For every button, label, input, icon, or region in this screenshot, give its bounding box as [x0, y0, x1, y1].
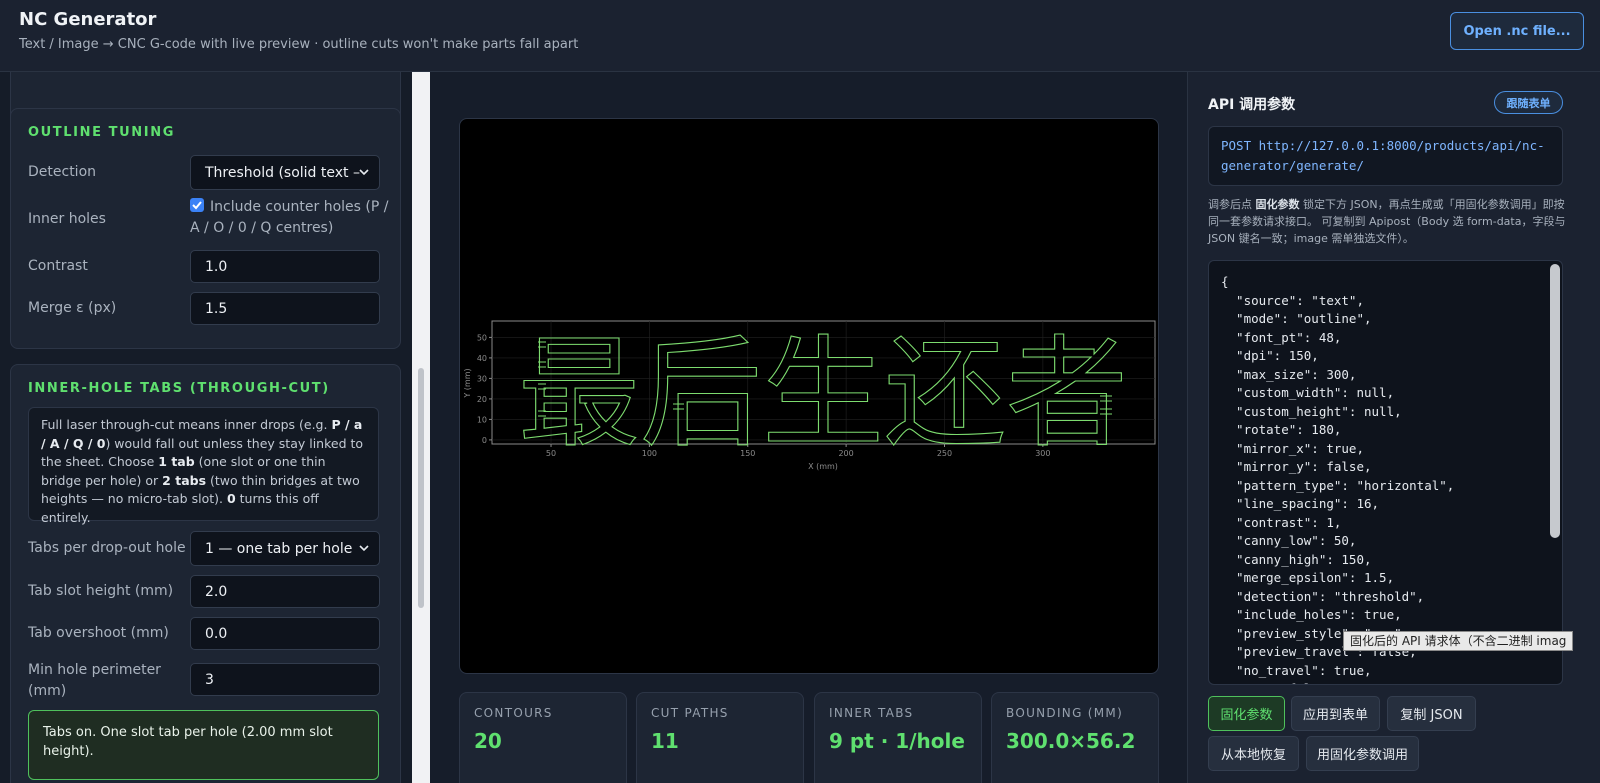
app-title: NC Generator — [19, 9, 157, 30]
app-header: NC Generator Text / Image → CNC G-code w… — [0, 0, 1600, 72]
copy-json-button[interactable]: 复制 JSON — [1387, 696, 1476, 731]
include-holes-text: Include counter holes (P / A / O / 0 / Q… — [190, 199, 389, 236]
app-subtitle: Text / Image → CNC G-code with live prev… — [19, 37, 579, 52]
slot-height-label: Tab slot height (mm) — [28, 583, 174, 599]
api-note: 调参后点 固化参数 锁定下方 JSON，再点生成或「用固化参数调用」即按同一套参… — [1208, 198, 1566, 245]
min-perimeter-input[interactable]: 3 — [190, 663, 380, 696]
tabs-per-hole-select[interactable]: 1 — one tab per hole — [190, 531, 380, 566]
y-tick-label: 10 — [477, 415, 487, 424]
y-tick-label: 40 — [477, 354, 487, 363]
y-axis-label: Y (mm) — [463, 368, 472, 398]
merge-input[interactable]: 1.5 — [190, 292, 380, 325]
include-holes-checkbox[interactable] — [190, 198, 204, 212]
toolpath-chart: 50 100 150 200 250 300 01020304050 X (mm) Y (… — [463, 320, 1156, 471]
stat-inner-tabs: INNER TABS 9 pt · 1/hole — [814, 692, 982, 783]
y-tick-label: 30 — [477, 374, 487, 383]
json-tooltip: 固化后的 API 请求体（不含二进制 imag — [1343, 631, 1573, 651]
api-title: API 调用参数 — [1208, 97, 1296, 113]
panel-scrollbar-thumb[interactable] — [418, 368, 424, 608]
tabs-per-hole-value: 1 — one tab per hole — [205, 540, 353, 557]
y-tick-label: 20 — [477, 395, 487, 404]
tabs-status-message: Tabs on. One slot tab per hole (2.00 mm … — [28, 710, 379, 780]
stat-inner-tabs-value: 9 pt · 1/hole — [829, 729, 965, 753]
detection-value: Threshold (solid text – — [205, 164, 360, 181]
outline-tuning-card: OUTLINE TUNING Detection Threshold (soli… — [10, 108, 401, 349]
api-panel: API 调用参数 跟随表单 POST http://127.0.0.1:8000… — [1187, 72, 1600, 783]
tabs-per-hole-label: Tabs per drop-out hole — [28, 540, 186, 556]
detection-label: Detection — [28, 164, 97, 180]
stat-contours-value: 20 — [474, 729, 502, 753]
preview-area: 50 100 150 200 250 300 0 10 20 30 40 50 X (mm) Y (… — [430, 72, 1187, 783]
detection-select[interactable]: Threshold (solid text – — [190, 155, 380, 190]
settings-panel[interactable]: OUTLINE TUNING Detection Threshold (soli… — [0, 72, 412, 783]
chevron-down-icon — [359, 545, 369, 552]
stat-contours-label: CONTOURS — [474, 706, 553, 720]
overshoot-input[interactable]: 0.0 — [190, 617, 380, 650]
follow-form-button[interactable]: 跟随表单 — [1494, 91, 1563, 114]
y-tick-label: 0 — [482, 436, 487, 445]
contrast-label: Contrast — [28, 258, 88, 274]
json-scrollbar[interactable] — [1550, 264, 1560, 538]
overshoot-label: Tab overshoot (mm) — [28, 625, 169, 641]
cut-path-outline: 最后生还者 — [518, 325, 1128, 464]
inner-tabs-title: INNER-HOLE TABS (THROUGH-CUT) — [28, 381, 330, 396]
open-nc-file-button[interactable]: Open .nc file... — [1450, 12, 1584, 50]
api-json-body: { "source": "text", "mode": "outline", "… — [1221, 274, 1455, 684]
api-json-textarea[interactable]: { "source": "text", "mode": "outline", "… — [1208, 260, 1563, 685]
api-url: http://127.0.0.1:8000/products/api/nc-ge… — [1221, 138, 1545, 173]
inner-tabs-info: Full laser through-cut means inner drops… — [28, 407, 379, 525]
stat-bounding-value: 300.0×56.2 — [1006, 729, 1136, 753]
apply-to-form-button[interactable]: 应用到表单 — [1291, 696, 1380, 731]
restore-local-button[interactable]: 从本地恢复 — [1208, 736, 1299, 771]
stat-cut-paths: CUT PATHS 11 — [636, 692, 804, 783]
min-perimeter-label: Min hole perimeter (mm) — [28, 662, 161, 699]
inner-hole-tabs-card: INNER-HOLE TABS (THROUGH-CUT) Full laser… — [10, 364, 401, 783]
inner-holes-option: Include counter holes (P / A / O / 0 / Q… — [190, 197, 390, 239]
stat-bounding-label: BOUNDING (MM) — [1006, 706, 1124, 720]
merge-label: Merge ε (px) — [28, 300, 117, 316]
stat-cut-paths-value: 11 — [651, 729, 679, 753]
stat-inner-tabs-label: INNER TABS — [829, 706, 914, 720]
slot-height-input[interactable]: 2.0 — [190, 575, 380, 608]
stat-cut-paths-label: CUT PATHS — [651, 706, 729, 720]
contrast-input[interactable]: 1.0 — [190, 250, 380, 283]
inner-holes-label: Inner holes — [28, 211, 106, 227]
outline-tuning-title: OUTLINE TUNING — [28, 125, 175, 140]
api-endpoint[interactable]: POST http://127.0.0.1:8000/products/api/… — [1208, 126, 1563, 186]
stat-bounding: BOUNDING (MM) 300.0×56.2 — [991, 692, 1159, 783]
api-method: POST — [1221, 138, 1252, 153]
y-tick-label: 50 — [477, 333, 487, 342]
toolpath-preview[interactable]: 50 100 150 200 250 300 0 10 20 30 40 50 X (mm) Y (… — [459, 118, 1159, 674]
call-with-frozen-button[interactable]: 用固化参数调用 — [1306, 736, 1419, 771]
freeze-params-button[interactable]: 固化参数 — [1208, 696, 1285, 731]
chevron-down-icon — [359, 169, 369, 176]
stat-contours: CONTOURS 20 — [459, 692, 627, 783]
